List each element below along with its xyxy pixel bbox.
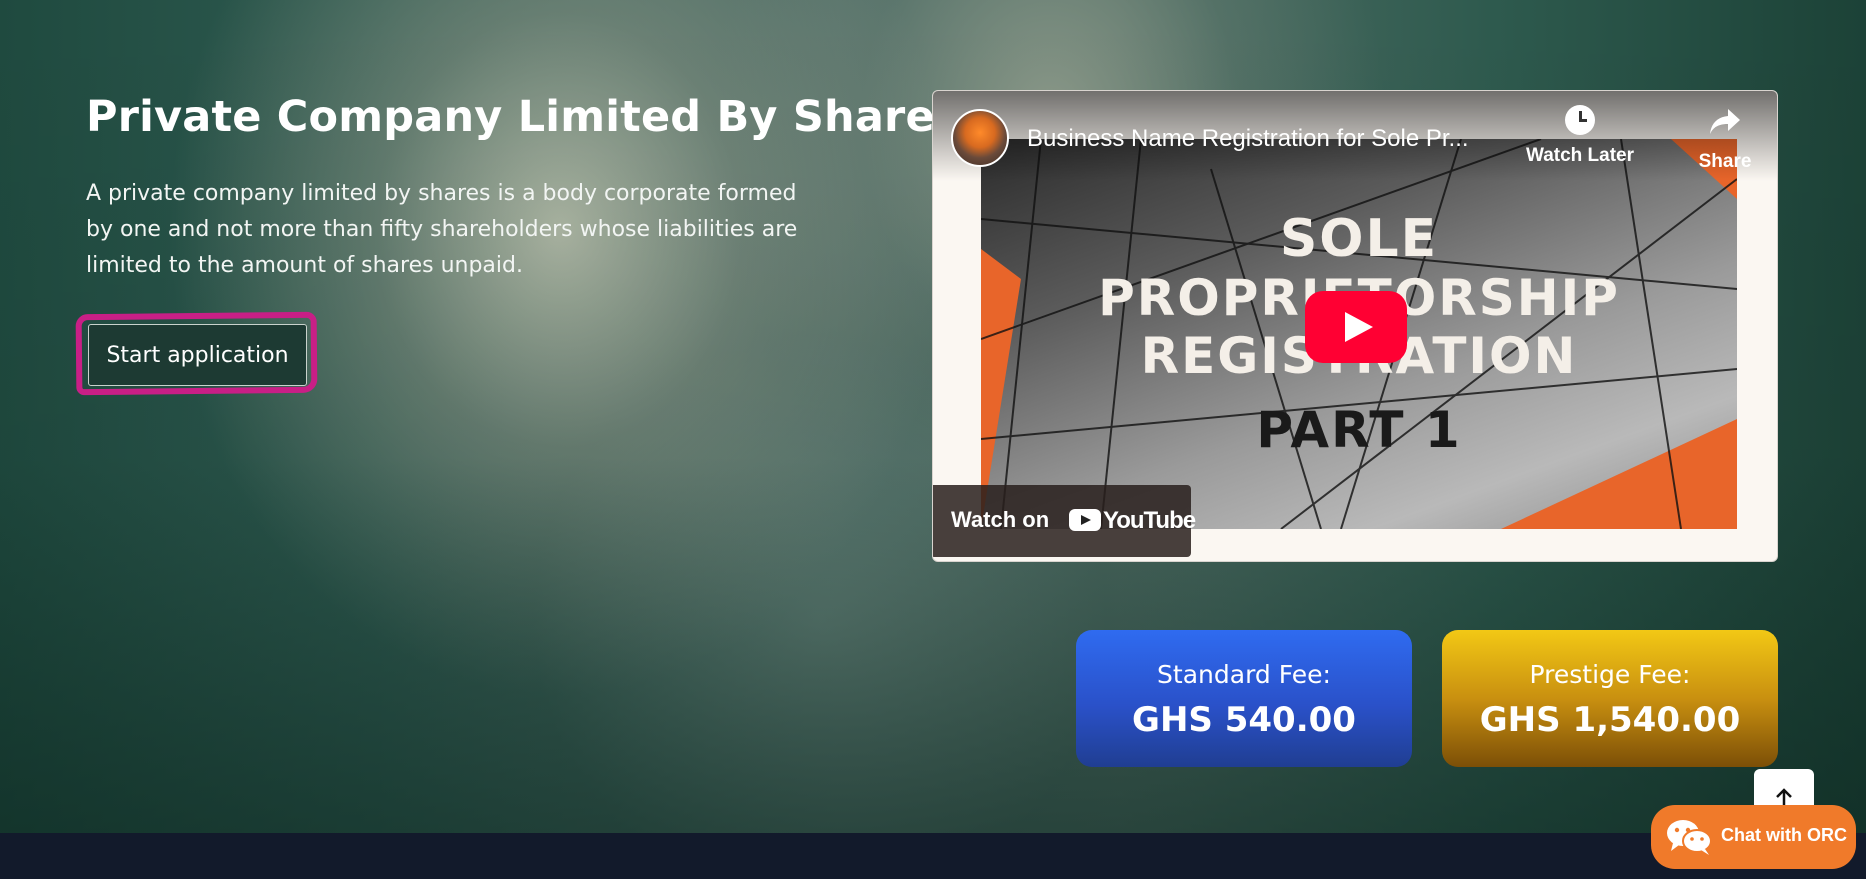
- play-button[interactable]: [1305, 291, 1407, 363]
- page-description: A private company limited by shares is a…: [86, 181, 798, 278]
- youtube-video-embed[interactable]: SOLE PROPRIETORSHIP REGISTRATION PART 1 …: [932, 90, 1778, 562]
- watch-on-youtube-link[interactable]: Watch on YouTube: [933, 485, 1196, 557]
- youtube-logo-icon: [1069, 509, 1101, 531]
- youtube-logo-text: YouTube: [1103, 507, 1196, 534]
- prestige-fee-card: Prestige Fee: GHS 1,540.00: [1442, 630, 1778, 767]
- page-title: Private Company Limited By Shares: [86, 92, 961, 142]
- wechat-icon: [1667, 820, 1712, 855]
- thumbnail-line-1: SOLE: [1279, 209, 1439, 269]
- standard-fee-value: GHS 540.00: [1132, 700, 1356, 740]
- standard-fee-label: Standard Fee:: [1157, 660, 1331, 689]
- watch-on-label: Watch on: [951, 507, 1050, 532]
- chat-label: Chat with ORC: [1721, 825, 1847, 845]
- prestige-fee-value: GHS 1,540.00: [1479, 700, 1741, 740]
- watch-later-button[interactable]: Watch Later: [1525, 105, 1635, 167]
- video-title[interactable]: Business Name Registration for Sole Pr..…: [1027, 125, 1469, 153]
- channel-avatar[interactable]: [951, 109, 1009, 167]
- thumbnail-line-4: PART 1: [1256, 401, 1462, 459]
- chat-with-orc-button[interactable]: Chat with ORC: [1651, 805, 1856, 869]
- footer-band: [0, 833, 1866, 879]
- start-application-button[interactable]: Start application: [88, 324, 307, 386]
- clock-icon: [1565, 105, 1595, 135]
- share-button[interactable]: Share: [1679, 105, 1771, 173]
- share-icon: [1710, 109, 1740, 134]
- prestige-fee-label: Prestige Fee:: [1529, 660, 1691, 689]
- share-label: Share: [1698, 151, 1752, 172]
- watch-later-label: Watch Later: [1525, 145, 1635, 166]
- standard-fee-card: Standard Fee: GHS 540.00: [1076, 630, 1412, 767]
